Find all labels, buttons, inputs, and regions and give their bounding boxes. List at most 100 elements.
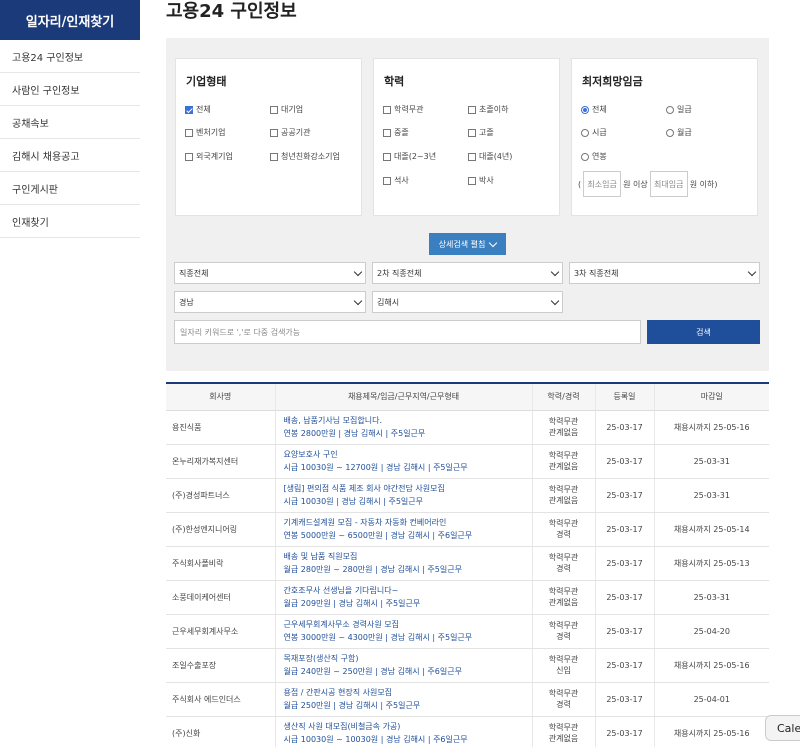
radio-option[interactable]: 시급 [581,127,607,138]
radio[interactable] [581,152,589,161]
job-title-link[interactable]: 요양보호사 구인 [284,448,532,461]
checkbox-option[interactable]: 벤처기업 [185,127,225,138]
company-name: (주)신화 [166,716,275,747]
job-title-cell[interactable]: 요양보호사 구인 시급 10030원 ~ 12700원 | 경남 김해시 | 주5… [274,444,532,479]
job-title-cell[interactable]: 생산직 사원 대모집(비철금속 가공) 시급 10030원 ~ 10030원 | … [274,716,532,747]
radio-option[interactable]: 월급 [666,127,692,138]
job-title-link[interactable]: 배송, 납품기사님 모집합니다. [284,414,532,427]
chevron-down-icon [489,238,498,247]
checkbox[interactable] [270,152,278,161]
job-title-link[interactable]: 배송 및 납품 직원모집 [284,550,532,563]
job-title-link[interactable]: 생산직 사원 대모집(비철금속 가공) [284,720,532,733]
sidebar-item-work24-jobs[interactable]: 고용24 구인정보 [0,40,140,73]
cale-button[interactable]: Cale [765,715,800,741]
table-row[interactable]: (주)경성파트너스 [생림] 편의점 식품 제조 회사 야간전담 사원모집 시급 1… [166,478,769,513]
radio-option[interactable]: 연봉 [581,151,607,162]
registered-date: 25-03-17 [594,546,654,581]
checkbox[interactable] [383,128,391,137]
job-category-3-select[interactable]: 3차 직종전체 [569,262,760,284]
sidebar-item-saramin-jobs[interactable]: 사람인 구인정보 [0,73,140,106]
search-button[interactable]: 검색 [647,320,760,344]
job-title-link[interactable]: 간호조무사 선생님을 기다립니다~ [284,584,532,597]
job-detail: 연봉 3000만원 ~ 4300만원 | 경남 김해시 | 주5일근무 [283,633,473,642]
region-province-select[interactable]: 경남 [174,291,366,313]
checkbox-option[interactable]: 외국계기업 [185,151,233,162]
checkbox-option[interactable]: 대졸(4년) [468,151,512,162]
table-row[interactable]: 주식회사폴비락 배송 및 납품 직원모집 월급 280만원 ~ 280만원 | 경남… [166,546,769,581]
company-name: 주식회사폴비락 [166,546,275,581]
checkbox-option[interactable]: 대졸(2~3년 [383,151,436,162]
table-row[interactable]: 용진식품 배송, 납품기사님 모집합니다. 연봉 2800만원 | 경남 김해시 |… [166,410,769,445]
checkbox-option[interactable]: 학력무관 [383,104,423,115]
checkbox[interactable] [185,128,193,137]
job-title-cell[interactable]: 목재포장(생산직 구함) 월급 240만원 ~ 250만원 | 경남 김해시 | … [274,648,532,683]
job-category-1-select[interactable]: 직종전체 [174,262,366,284]
job-title-cell[interactable]: 용접 / 간판시공 현장직 사원모집 월급 250만원 | 경남 김해시 | 주5… [274,682,532,717]
job-title-cell[interactable]: 배송, 납품기사님 모집합니다. 연봉 2800만원 | 경남 김해시 | 주5일… [274,410,532,445]
search-panel: 기업형태 전체 대기업 벤처기업 공공기관 외국계기업 청년친화강소기업 학력 … [166,38,769,371]
table-row[interactable]: 주식회사 에드인더스 용접 / 간판시공 현장직 사원모집 월급 250만원 | 경… [166,682,769,717]
table-row[interactable]: 소풍데이케어센터 간호조무사 선생님을 기다립니다~ 월급 209만원 | 경남 김… [166,580,769,615]
region-city-select[interactable]: 김해시 [372,291,563,313]
table-row[interactable]: 근우세무회계사무소 근우세무회계사무소 경력사원 모집 연봉 3000만원 ~ 43… [166,614,769,649]
job-category-2-select[interactable]: 2차 직종전체 [372,262,563,284]
checkbox-option[interactable]: 석사 [383,175,409,186]
checkbox[interactable] [468,128,476,137]
radio[interactable] [581,105,589,114]
checkbox-option[interactable]: 청년친화강소기업 [270,151,340,162]
radio[interactable] [666,128,674,137]
checkbox-option[interactable]: 중졸 [383,127,409,138]
checkbox-option[interactable]: 전체 [185,104,211,115]
education-career: 학력무관 관계없음 [531,444,595,479]
keyword-search-input[interactable]: 일자리 키워드로 ','로 다중 검색가능 [174,320,641,344]
registered-date: 25-03-17 [594,444,654,479]
max-wage-input[interactable]: 최대임금 [649,171,688,197]
deadline: 채용시까지 25-05-16 [653,648,769,683]
job-title-cell[interactable]: 근우세무회계사무소 경력사원 모집연봉 3000만원 ~ 4300만원 | 경남… [274,614,532,649]
table-row[interactable]: (주)한성엔지니어링 기계캐드설계원 모집 - 자동차 자동화 컨베어라인 연봉 5… [166,512,769,547]
job-title-cell[interactable]: 기계캐드설계원 모집 - 자동차 자동화 컨베어라인 연봉 5000만원 ~ 65… [274,512,532,547]
job-title-link[interactable]: 근우세무회계사무소 경력사원 모집 [284,618,532,631]
deadline: 25-04-20 [653,614,769,649]
checkbox[interactable] [185,105,193,114]
job-title-link[interactable]: 기계캐드설계원 모집 - 자동차 자동화 컨베어라인 [284,516,532,529]
checkbox[interactable] [468,105,476,114]
sidebar-item-talent-search[interactable]: 인재찾기 [0,205,140,238]
filter-title: 최저희망임금 [582,75,643,88]
table-row[interactable]: 온누리재가복지센터 요양보호사 구인 시급 10030원 ~ 12700원 | 경남… [166,444,769,479]
job-title-cell[interactable]: [생림] 편의점 식품 제조 회사 야간전담 사원모집 시급 10030원 | 경… [274,478,532,513]
job-title-link[interactable]: 목재포장(생산직 구함) [284,652,532,665]
checkbox[interactable] [185,152,193,161]
sidebar-item-job-board[interactable]: 구인게시판 [0,172,140,205]
checkbox-option[interactable]: 초졸이하 [468,104,508,115]
sidebar-item-gimhae-recruit[interactable]: 김해시 채용공고 [0,139,140,172]
radio[interactable] [581,128,589,137]
registered-date: 25-03-17 [594,682,654,717]
checkbox[interactable] [468,152,476,161]
job-title-cell[interactable]: 간호조무사 선생님을 기다립니다~ 월급 209만원 | 경남 김해시 | 주5일… [274,580,532,615]
radio[interactable] [666,105,674,114]
checkbox-option[interactable]: 공공기관 [270,127,310,138]
checkbox-option[interactable]: 박사 [468,175,494,186]
radio-option[interactable]: 일급 [666,104,692,115]
checkbox[interactable] [383,152,391,161]
job-title-link[interactable]: 용접 / 간판시공 현장직 사원모집 [284,686,532,699]
table-row[interactable]: 조일수출포장 목재포장(생산직 구함) 월급 240만원 ~ 250만원 | 경남 … [166,648,769,683]
job-title-link[interactable]: [생림] 편의점 식품 제조 회사 야간전담 사원모집 [284,482,532,495]
checkbox-option[interactable]: 대기업 [270,104,303,115]
checkbox[interactable] [270,105,278,114]
table-row[interactable]: (주)신화 생산직 사원 대모집(비철금속 가공) 시급 10030원 ~ 1003… [166,716,769,747]
checkbox[interactable] [270,128,278,137]
detail-search-toggle-button[interactable]: 상세검색 펼침 [429,233,506,255]
job-title-cell[interactable]: 배송 및 납품 직원모집 월급 280만원 ~ 280만원 | 경남 김해시 | … [274,546,532,581]
company-name: 근우세무회계사무소 [166,614,275,649]
checkbox[interactable] [383,105,391,114]
job-listing-table: 회사명 채용제목/임금/근무지역/근무형태 학력/경력 등록일 마감일 용진식품… [166,382,769,747]
sidebar-item-public-recruit[interactable]: 공채속보 [0,106,140,139]
checkbox-option[interactable]: 고졸 [468,127,494,138]
checkbox[interactable] [468,176,476,185]
min-wage-input[interactable]: 최소임금 [583,171,622,197]
checkbox[interactable] [383,176,391,185]
column-header-registered: 등록일 [594,383,654,411]
radio-option[interactable]: 전체 [581,104,607,115]
